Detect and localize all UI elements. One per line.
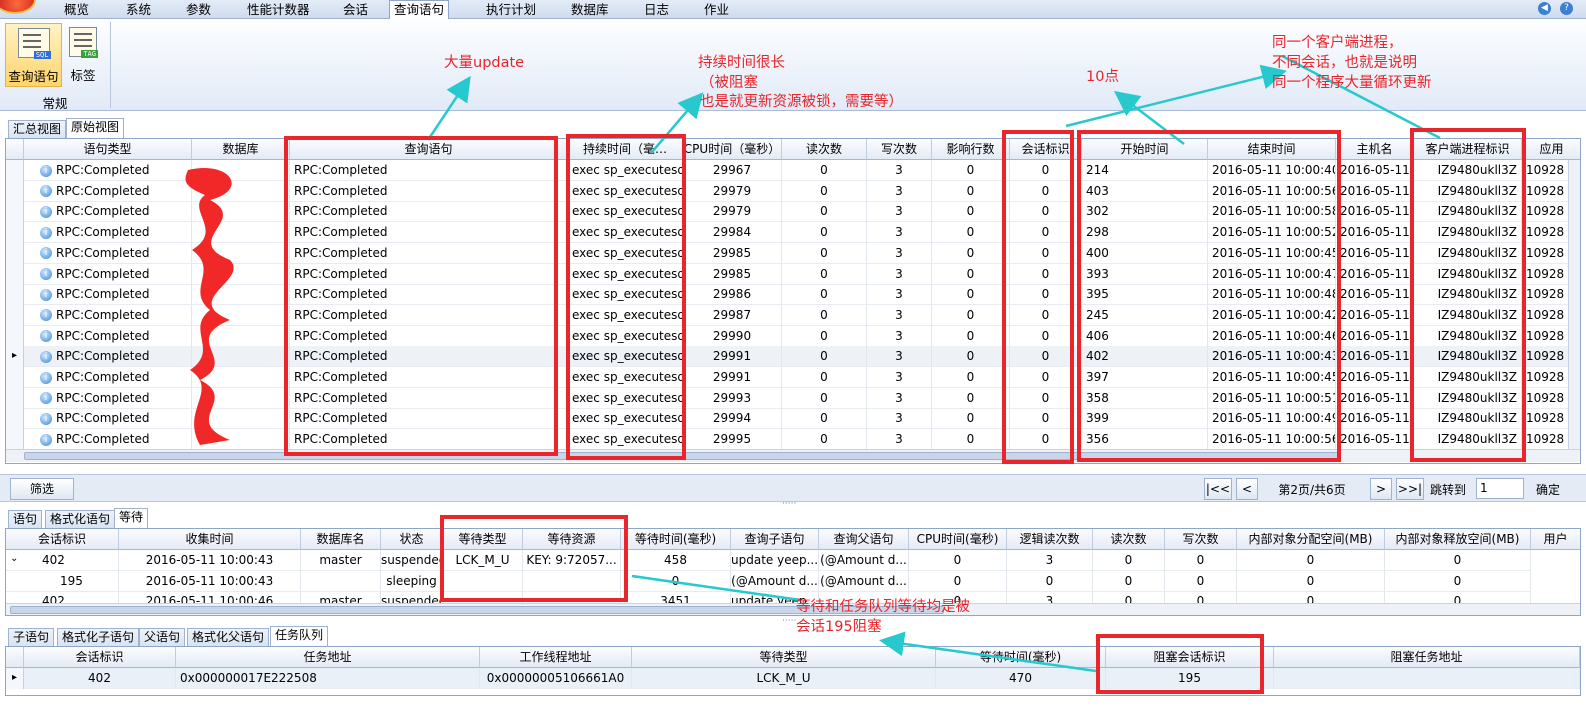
note-blocked-2: 会话195阻塞 <box>796 619 882 635</box>
note-client-3: 同一个程序大量循环更新 <box>1272 75 1432 91</box>
note-10-oclock: 10点 <box>1086 69 1119 85</box>
highlight-times <box>1077 130 1341 462</box>
note-client-1: 同一个客户端进程， <box>1272 35 1403 51</box>
note-mass-update: 大量update <box>444 55 525 71</box>
highlight-session <box>1002 130 1074 464</box>
highlight-query <box>284 136 558 456</box>
note-blocked-1: 等待和任务队列等待均是被 <box>796 599 970 615</box>
highlight-duration <box>566 134 686 460</box>
redacted-scribble <box>185 167 234 445</box>
arrow-query <box>426 75 471 141</box>
arrow-wait <box>631 574 801 602</box>
note-duration-3: 也是就更新资源被锁，需要等） <box>700 94 903 110</box>
highlight-client-pid <box>1410 128 1526 462</box>
note-duration-1: 持续时间很长 <box>698 55 785 71</box>
arrow-blocking <box>879 631 1097 673</box>
highlight-wait-type <box>440 515 628 602</box>
note-duration-2: （被阻塞 <box>700 75 758 91</box>
note-client-2: 不同会话，也就是说明 <box>1272 55 1417 71</box>
highlight-blocking <box>1096 634 1264 694</box>
